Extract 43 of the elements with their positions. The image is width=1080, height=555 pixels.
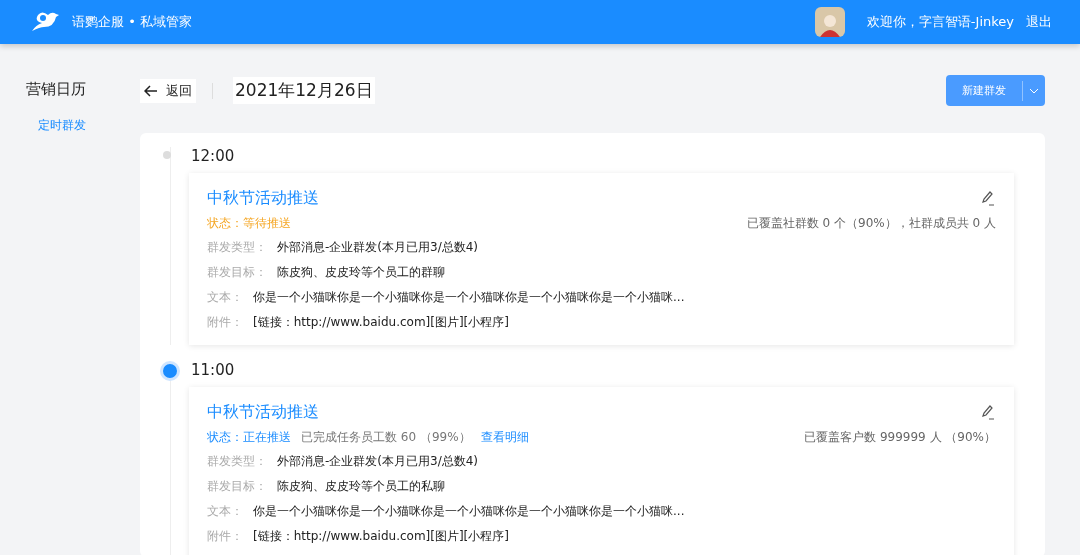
field-value: 外部消息-企业群发(本月已用3/总数4) bbox=[277, 239, 478, 256]
time-label: 12:00 bbox=[191, 147, 236, 165]
timeline-dot[interactable] bbox=[163, 151, 171, 159]
status-text: 状态：正在推送 bbox=[207, 428, 291, 446]
new-broadcast-button[interactable]: 新建群发 bbox=[946, 75, 1045, 106]
field-value: 你是一个小猫咪你是一个小猫咪你是一个小猫咪你是一个小猫咪你是一个小猫咪... bbox=[253, 289, 685, 306]
pencil-icon bbox=[980, 190, 996, 206]
timeline-dot[interactable] bbox=[160, 361, 180, 381]
field-value: 外部消息-企业群发(本月已用3/总数4) bbox=[277, 453, 478, 470]
bird-logo-icon bbox=[30, 11, 60, 33]
field-label: 附件： bbox=[207, 528, 243, 545]
card-title: 中秋节活动推送 bbox=[207, 187, 319, 209]
status-text: 状态：等待推送 bbox=[207, 214, 291, 232]
details-link[interactable]: 查看明细 bbox=[480, 428, 529, 446]
date-title: 2021年12月26日 bbox=[233, 77, 375, 104]
time-label: 11:00 bbox=[191, 361, 236, 379]
edit-button[interactable] bbox=[980, 404, 996, 420]
sidebar-title: 营销日历 bbox=[26, 80, 87, 99]
back-arrow-icon bbox=[144, 84, 158, 97]
welcome-text: 欢迎你，字言智语-Jinkey bbox=[866, 13, 1014, 31]
field-label: 文本： bbox=[207, 289, 243, 306]
logout-link[interactable]: 退出 bbox=[1026, 13, 1052, 31]
app-title: 语鹦企服 • 私域管家 bbox=[72, 13, 192, 31]
field-label: 群发类型： bbox=[207, 239, 267, 256]
coverage-text: 已覆盖客户数 999999 人 （90%） bbox=[804, 428, 996, 446]
field-value: [链接：http://www.baidu.com][图片][小程序] bbox=[253, 528, 509, 545]
avatar bbox=[814, 7, 845, 37]
field-label: 群发目标： bbox=[207, 478, 267, 495]
field-value: 陈皮狗、皮皮玲等个员工的私聊 bbox=[277, 478, 445, 495]
field-value: 陈皮狗、皮皮玲等个员工的群聊 bbox=[277, 264, 445, 281]
pencil-icon bbox=[980, 404, 996, 420]
back-button[interactable]: 返回 bbox=[140, 78, 196, 103]
card-title: 中秋节活动推送 bbox=[207, 401, 319, 423]
field-label: 文本： bbox=[207, 503, 243, 520]
progress-text: 已完成任务员工数 60 （99%） bbox=[301, 428, 471, 446]
field-value: [链接：http://www.baidu.com][图片][小程序] bbox=[253, 314, 509, 331]
field-label: 附件： bbox=[207, 314, 243, 331]
field-value: 你是一个小猫咪你是一个小猫咪你是一个小猫咪你是一个小猫咪你是一个小猫咪... bbox=[253, 503, 685, 520]
coverage-text: 已覆盖社群数 0 个（90%），社群成员共 0 人 bbox=[746, 214, 996, 232]
field-label: 群发类型： bbox=[207, 453, 267, 470]
edit-button[interactable] bbox=[980, 190, 996, 206]
sidebar-item[interactable]: 定时群发 bbox=[38, 117, 140, 134]
field-label: 群发目标： bbox=[207, 264, 267, 281]
